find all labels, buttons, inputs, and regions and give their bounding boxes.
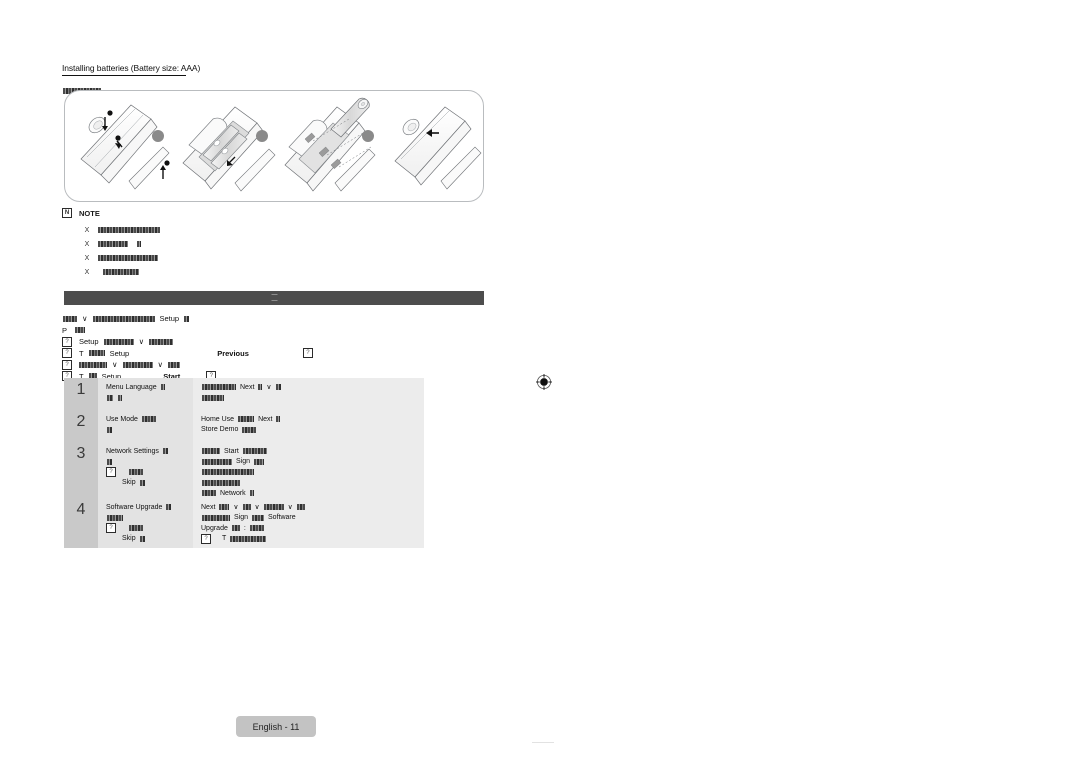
setup-section-bar	[64, 291, 484, 305]
bullet-box-icon: ?	[62, 336, 72, 347]
intro-line: ∨ Setup	[62, 313, 492, 325]
setup-bullet: ? Setup ∨	[62, 336, 492, 348]
table-row: 4 Software Upgrade ? Skip Next ∨ ∨ ∨ Sign So…	[64, 498, 424, 548]
sub-box-icon: ?	[106, 467, 116, 478]
step-number: 3	[64, 442, 98, 498]
intro-line: P	[62, 325, 492, 337]
sub-box-icon: ?	[201, 533, 211, 544]
step-number: 2	[64, 410, 98, 442]
setup-steps-table: 1 Menu Language Next ∨ 2 Use Mode Home Us…	[64, 378, 424, 548]
note-bullet-item: X	[84, 237, 161, 251]
diagram-dot-separator-1	[152, 130, 164, 142]
bullet-x-icon: X	[84, 226, 90, 234]
note-bullet-item: X	[84, 265, 161, 279]
sub-box-icon: ?	[106, 523, 116, 534]
note-label: NOTE	[79, 208, 100, 218]
step-title-cell: Use Mode	[98, 410, 193, 442]
note-bullet-item: X	[84, 223, 161, 237]
intro-glyph-p: P	[62, 325, 68, 335]
diagram-dot-separator-3	[362, 130, 374, 142]
note-bullet-item: X	[84, 251, 161, 265]
step-title: Menu Language	[106, 383, 157, 391]
step-detail-cell: Next ∨ ∨ ∨ Sign Software Upgrade: ? T	[193, 498, 424, 548]
note-block: N NOTE X X X X	[62, 208, 161, 279]
diagram-step-3-illustration	[284, 97, 376, 192]
bullet-x-icon: X	[84, 254, 90, 262]
step-detail-cell: Home Use Next Store Demo	[193, 410, 424, 442]
step-detail-cell: Start Sign Network	[193, 442, 424, 498]
bar-center-mark-icon	[270, 293, 278, 303]
manual-page: Installing batteries (Battery size: AAA)	[0, 0, 1080, 764]
diagram-dot-separator-2	[256, 130, 268, 142]
setup-bullet: ? ∨ ∨	[62, 359, 492, 371]
battery-installation-diagram	[64, 90, 484, 202]
step-number: 1	[64, 378, 98, 410]
note-bullet-text-redacted	[98, 255, 158, 261]
note-glyph-icon: N	[62, 208, 72, 218]
step-title: Software Upgrade	[106, 503, 163, 511]
step-title: Network Settings	[106, 447, 159, 455]
setup-bullet: ? T Setup Previous ?	[62, 348, 492, 360]
note-bullet-text-redacted	[137, 241, 141, 247]
step-title: Use Mode	[106, 415, 138, 423]
table-row: 3 Network Settings ? Skip Start Sign Net…	[64, 442, 424, 498]
section-title-underline	[62, 75, 186, 76]
step-detail-cell: Next ∨	[193, 378, 424, 410]
page-footer-label: English - 11	[236, 716, 316, 737]
step-title-cell: Software Upgrade ? Skip	[98, 498, 193, 548]
inline-box-icon: ?	[302, 348, 313, 359]
note-bullet-text-redacted	[98, 241, 128, 247]
setup-intro-block: ∨ Setup P ? Setup ∨ ? T Setup Previous ?	[62, 313, 492, 382]
step-title-cell: Network Settings ? Skip	[98, 442, 193, 498]
table-row: 2 Use Mode Home Use Next Store Demo	[64, 410, 424, 442]
bullet-box-icon: ?	[62, 348, 72, 359]
bullet-x-icon: X	[84, 240, 90, 248]
diagram-step-2-illustration	[182, 106, 276, 192]
trim-mark-line	[532, 742, 554, 743]
bullet-box-icon: ?	[62, 359, 72, 370]
note-header: N NOTE	[62, 208, 161, 218]
registration-target-icon	[536, 374, 552, 390]
step-number: 4	[64, 498, 98, 548]
table-row: 1 Menu Language Next ∨	[64, 378, 424, 410]
diagram-step-4-illustration	[394, 106, 482, 190]
note-bullet-text-redacted	[103, 269, 139, 275]
bullet-x-icon: X	[84, 268, 90, 276]
page-section-title: Installing batteries (Battery size: AAA)	[62, 63, 201, 73]
diagram-step-1-illustration	[80, 104, 170, 190]
note-bullet-list: X X X X	[84, 223, 161, 279]
note-bullet-text-redacted	[98, 227, 160, 233]
step-title-cell: Menu Language	[98, 378, 193, 410]
